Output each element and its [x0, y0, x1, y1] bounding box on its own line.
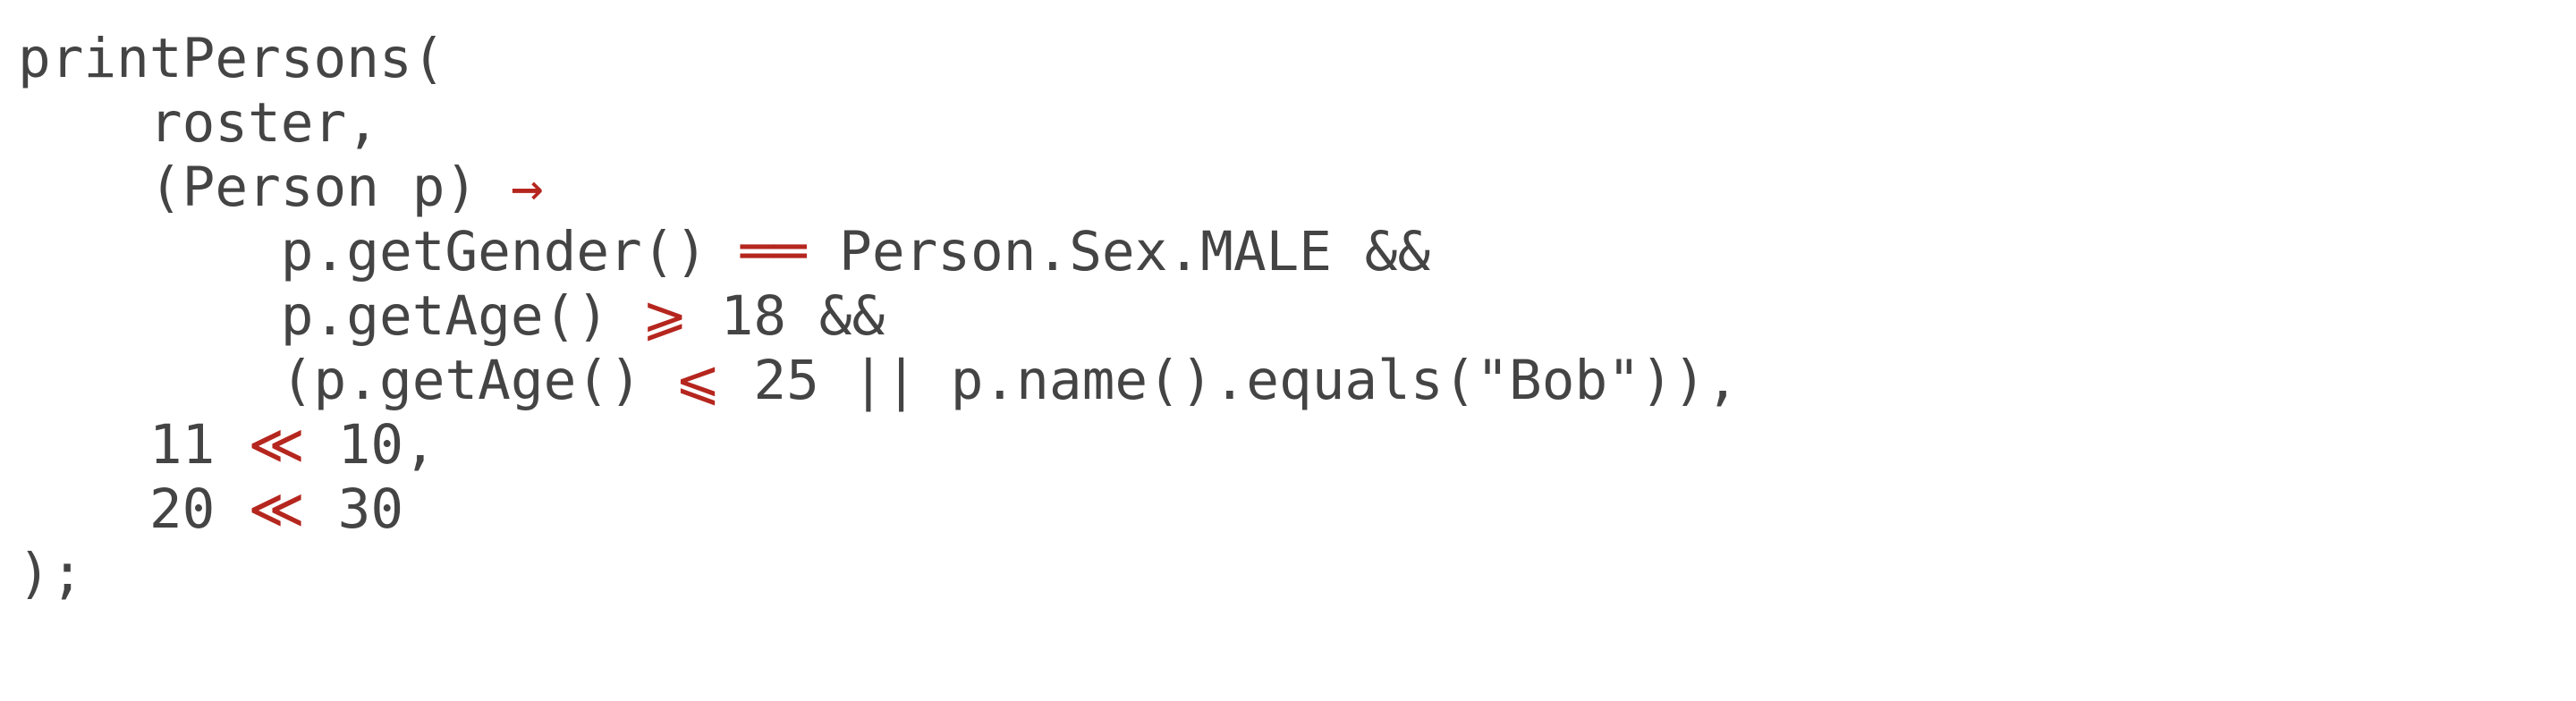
code-token: 10, — [304, 413, 436, 477]
code-block: printPersons( roster, (Person p) → p.get… — [18, 27, 1739, 606]
code-token: 30 — [304, 477, 404, 541]
code-token: 11 — [18, 413, 249, 477]
code-line: 11 ≪ 10, — [18, 413, 1739, 477]
code-token: ); — [18, 542, 84, 605]
code-line: roster, — [18, 91, 1739, 156]
code-token: p.getAge() — [18, 284, 642, 348]
code-token: p.getGender() — [18, 220, 741, 283]
code-operator-ligature: ⩽ — [674, 349, 721, 412]
code-token: roster, — [18, 91, 379, 155]
code-operator-ligature: → — [510, 156, 544, 219]
code-token: Person.Sex.MALE && — [806, 220, 1431, 283]
code-line: ); — [18, 542, 1739, 606]
code-token: 25 || p.name().equals("Bob")), — [720, 349, 1740, 412]
code-line: (p.getAge() ⩽ 25 || p.name().equals("Bob… — [18, 349, 1739, 413]
code-operator-ligature: ⩾ — [641, 284, 688, 348]
code-operator-ligature: ══ — [740, 220, 807, 283]
code-line: 20 ≪ 30 — [18, 477, 1739, 542]
code-token: (Person p) — [18, 156, 511, 219]
code-line: printPersons( — [18, 27, 1739, 91]
code-token: (p.getAge() — [18, 349, 675, 412]
code-operator-ligature: ≪ — [248, 477, 305, 541]
code-operator-ligature: ≪ — [248, 413, 305, 477]
code-token: 18 && — [687, 284, 886, 348]
code-token: printPersons( — [18, 27, 445, 90]
code-token: 20 — [18, 477, 249, 541]
code-line: p.getGender() ══ Person.Sex.MALE && — [18, 220, 1739, 284]
code-line: p.getAge() ⩾ 18 && — [18, 284, 1739, 349]
code-line: (Person p) → — [18, 156, 1739, 220]
